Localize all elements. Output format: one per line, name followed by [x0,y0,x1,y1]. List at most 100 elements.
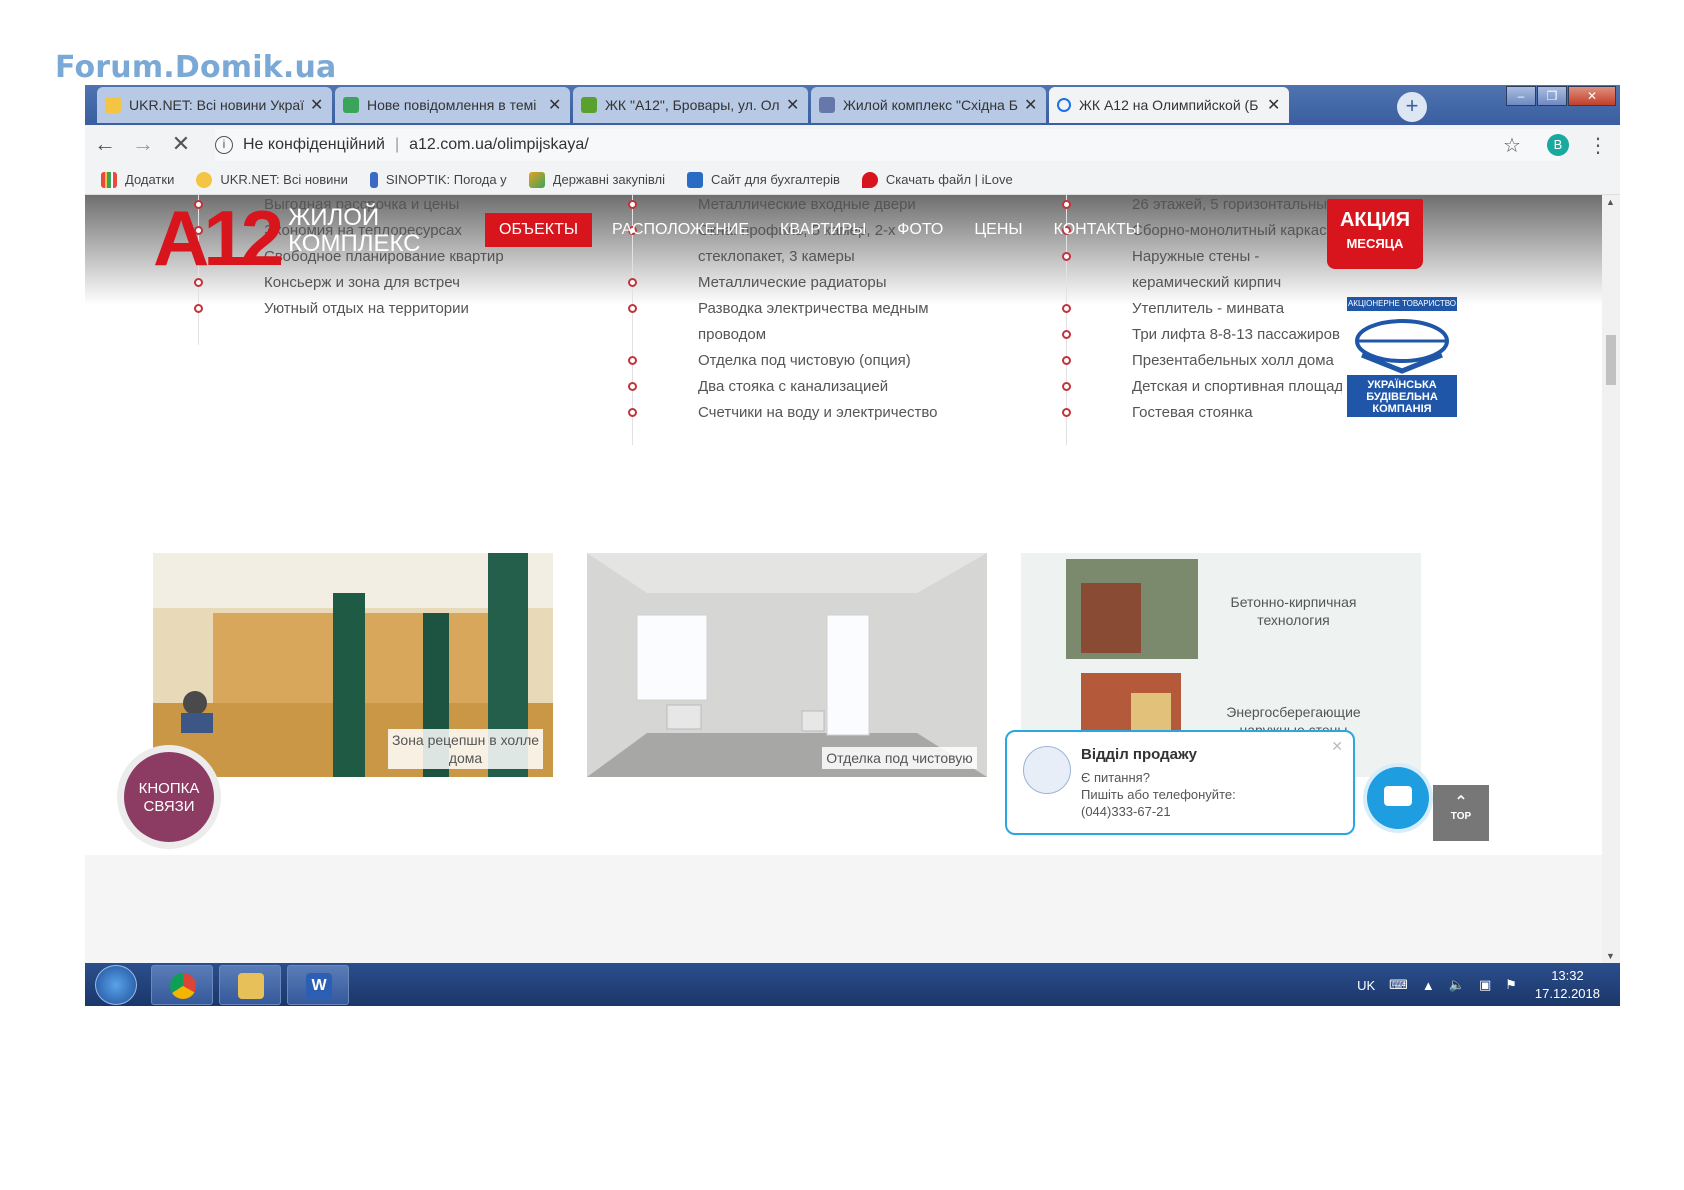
tech-label-1: Бетонно-кирпичная технология [1230,594,1357,628]
chat-icon [1384,786,1412,806]
main-nav: ОБЪЕКТЫ РАСПОЛОЖЕНИЕ КВАРТИРЫ ФОТО ЦЕНЫ … [485,213,1171,247]
page-footer-band [85,855,1602,963]
close-icon[interactable]: ✕ [786,95,800,115]
browser-window: UKR.NET: Всі новини Україн ✕ Нове повідо… [85,85,1620,1006]
feature-item: Два стояка с канализацией [628,374,928,400]
forum-watermark: Forum.Domik.ua [55,50,337,85]
new-tab-button[interactable]: + [1397,92,1427,122]
tab-5-active[interactable]: ЖК А12 на Олимпийской (Б ✕ [1049,87,1289,123]
close-window-button[interactable]: ✕ [1568,86,1616,106]
tab-4[interactable]: Жилой комплекс "Східна Бр ✕ [811,87,1046,123]
nav-photo[interactable]: ФОТО [897,221,943,239]
room-photo [587,553,987,777]
windows-taskbar: W UK ⌨ ▲ 🔈 ▣ ⚑ 13:32 17.12.2018 [85,963,1620,1006]
menu-dots-icon[interactable]: ⋮ [1588,133,1608,158]
nav-location[interactable]: РАСПОЛОЖЕНИЕ [612,221,749,239]
bookmark-sinoptik[interactable]: SINOPTIK: Погода у [369,171,507,188]
feature-item: Гостевая стоянка [1062,400,1342,426]
bookmark-star-icon[interactable]: ☆ [1503,133,1521,158]
bookmark-ilove[interactable]: Скачать файл | iLove [861,171,1013,188]
feature-item: Детская и спортивная площадка [1062,374,1342,400]
folder-icon [238,973,264,999]
page-scrollbar[interactable]: ▲ ▼ [1602,195,1620,963]
nav-apartments[interactable]: КВАРТИРЫ [780,221,866,239]
promo-badge[interactable]: АКЦИЯ МЕСЯЦА [1327,199,1423,269]
omnibox[interactable]: i Не конфіденційний | a12.com.ua/olimpij… [215,129,1560,161]
feature-item: Металлические радиаторы [628,270,928,296]
stop-loading-icon[interactable]: ✕ [167,131,195,157]
tab-label: UKR.NET: Всі новини Україн [129,97,304,113]
taskbar-chrome[interactable] [151,965,213,1005]
partner-logo[interactable]: АКЦІОНЕРНЕ ТОВАРИСТВО УКРАЇНСЬКА БУДІВЕЛ… [1347,297,1457,417]
chevron-up-icon: ⌃ [1454,794,1468,811]
separator: | [394,136,400,153]
clock[interactable]: 13:32 17.12.2018 [1535,967,1600,1003]
scroll-down-arrow-icon[interactable]: ▼ [1606,951,1615,961]
nav-contacts[interactable]: КОНТАКТЫ [1054,221,1140,239]
bookmark-prozorro[interactable]: Державні закупівлі [528,171,665,188]
close-icon[interactable]: ✕ [1267,95,1281,115]
card-finishing[interactable]: Отделка под чистовую [587,553,987,777]
apps-grid-icon [101,171,117,188]
network-icon[interactable]: ▣ [1479,977,1491,993]
nav-prices[interactable]: ЦЕНЫ [974,221,1022,239]
close-icon[interactable]: ✕ [548,95,562,115]
scroll-thumb[interactable] [1606,335,1616,385]
maximize-button[interactable]: ❐ [1537,86,1567,106]
bookmark-ukrnet[interactable]: UKR.NET: Всі новини [196,171,348,188]
forward-icon[interactable]: → [129,131,157,157]
volume-icon[interactable]: 🔈 [1449,977,1465,993]
minimize-button[interactable]: – [1506,86,1536,106]
contact-call-button[interactable]: КНОПКА СВЯЗИ [117,745,221,849]
window-controls: – ❐ ✕ [1505,86,1616,106]
info-icon[interactable]: i [215,136,233,154]
tab-label: ЖК А12 на Олимпийской (Б [1079,97,1259,113]
url-text[interactable]: a12.com.ua/olimpijskaya/ [409,136,589,154]
tray-expand-icon[interactable]: ▲ [1422,978,1435,993]
feature-item: Презентабельных холл дома [1062,348,1342,374]
card-caption: Зона рецепшн в холле дома [388,729,543,769]
profile-avatar[interactable]: B [1547,134,1569,156]
language-indicator[interactable]: UK [1357,978,1375,993]
bookmark-apps[interactable]: Додатки [101,171,174,188]
forum-icon [581,97,597,113]
tab-2[interactable]: Нове повідомлення в темі ✕ [335,87,570,123]
scroll-top-button[interactable]: ⌃ TOP [1433,785,1489,841]
feature-item: Утеплитель - минвата [1062,296,1342,322]
accounting-site-icon [686,171,703,188]
flag-icon[interactable]: ⚑ [1505,977,1517,993]
chat-line: Є питання? [1081,770,1150,785]
system-tray: UK ⌨ ▲ 🔈 ▣ ⚑ 13:32 17.12.2018 [1357,967,1600,1003]
download-icon [819,97,835,113]
scroll-up-arrow-icon[interactable]: ▲ [1606,197,1615,207]
bookmark-label: SINOPTIK: Погода у [385,172,507,187]
bookmark-accounting[interactable]: Сайт для бухгалтерів [686,171,840,188]
taskbar-explorer[interactable] [219,965,281,1005]
tab-3[interactable]: ЖК "А12", Бровары, ул. Ол ✕ [573,87,808,123]
close-icon[interactable]: ✕ [310,95,324,115]
bookmarks-bar: Додатки UKR.NET: Всі новини SINOPTIK: По… [85,165,1620,195]
close-icon[interactable]: ✕ [1331,738,1343,755]
tab-strip: UKR.NET: Всі новини Україн ✕ Нове повідо… [85,85,1620,125]
heart-icon [861,171,878,188]
feature-item: Разводка электричества медным проводом [628,296,948,348]
chat-phone: (044)333-67-21 [1081,804,1171,819]
start-button[interactable] [95,965,137,1005]
chat-bubble-button[interactable] [1367,767,1429,829]
card-reception[interactable]: Зона рецепшн в холле дома [153,553,553,777]
ukrnet-icon [105,97,121,113]
tab-label: Жилой комплекс "Східна Бр [843,97,1018,113]
close-icon[interactable]: ✕ [1024,95,1038,115]
nav-objects[interactable]: ОБЪЕКТЫ [485,213,593,247]
feature-item: Наружные стены - керамический кирпич [1062,244,1342,296]
tab-label: ЖК "А12", Бровары, ул. Ол [605,97,780,113]
mail-icon [343,97,359,113]
taskbar-word[interactable]: W [287,965,349,1005]
ukrnet-icon [196,171,213,188]
keyboard-icon[interactable]: ⌨ [1389,977,1408,993]
tab-1[interactable]: UKR.NET: Всі новини Україн ✕ [97,87,332,123]
site-logo[interactable]: A12 ЖИЛОЙ КОМПЛЕКС [153,199,421,277]
chat-line: Пишіть або телефонуйте: [1081,787,1236,802]
sales-chat-popup[interactable]: Відділ продажу Є питання? Пишіть або тел… [1005,730,1355,835]
back-icon[interactable]: ← [91,131,119,157]
